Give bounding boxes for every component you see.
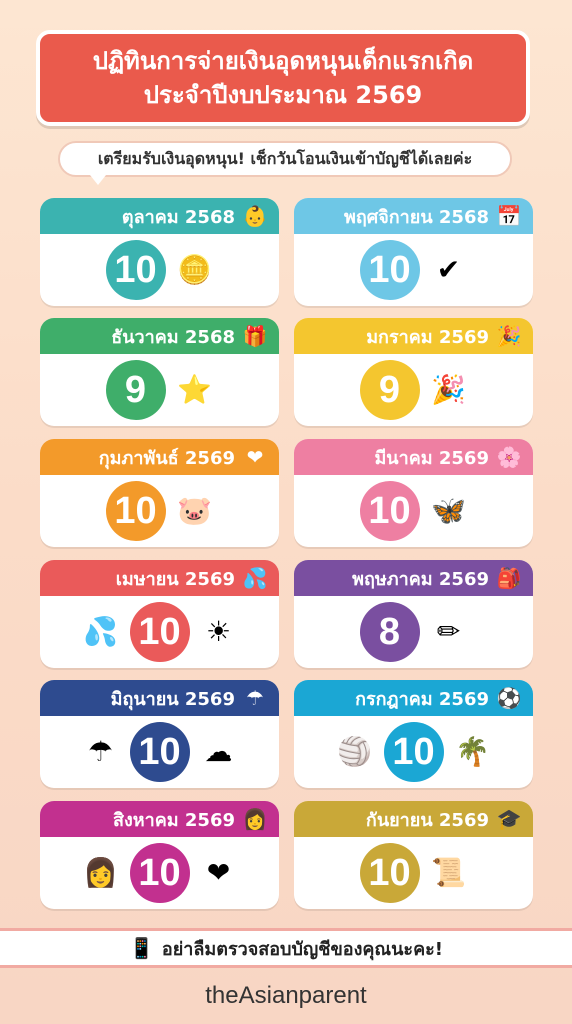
heart-icon: ❤: [246, 445, 264, 469]
beach-ball-icon: ⚽: [496, 686, 522, 710]
diploma-icon: 📜: [431, 856, 466, 889]
month-label: มิถุนายน 2569: [110, 688, 235, 710]
month-label: มีนาคม 2569: [374, 447, 489, 469]
month-card-body: 🏐 10 🌴: [294, 716, 533, 788]
month-card-header: มิถุนายน 2569 ☂: [40, 680, 279, 716]
month-card: ธันวาคม 2568 🎁 9 ⭐: [40, 318, 279, 426]
month-card-body: ☂ 10 ☁: [40, 716, 279, 788]
reminder-text: อย่าลืมตรวจสอบบัญชีของคุณนะคะ!: [161, 938, 443, 960]
page-title-banner: ปฏิทินการจ่ายเงินอุดหนุนเด็กแรกเกิด ประจ…: [36, 30, 530, 126]
month-label: เมษายน 2569: [115, 568, 235, 590]
month-card-body: 10 🦋: [294, 475, 533, 547]
subtitle-bubble: เตรียมรับเงินอุดหนุน! เช็กวันโอนเงินเข้า…: [58, 141, 512, 185]
reminder-banner: 📱 อย่าลืมตรวจสอบบัญชีของคุณนะคะ!: [0, 928, 572, 968]
party-popper-icon: 🎉: [431, 373, 466, 406]
payment-day: 9: [359, 360, 420, 420]
mother-child-icon: 👩: [242, 807, 268, 831]
payment-day: 10: [383, 722, 444, 782]
month-card-body: 👩 10 ❤: [40, 837, 279, 909]
month-label: กรกฎาคม 2569: [355, 688, 489, 710]
month-label: มกราคม 2569: [366, 326, 489, 348]
mother-child-icon: 👩: [83, 856, 118, 889]
month-card-body: 10 🪙: [40, 234, 279, 306]
month-label: กันยายน 2569: [365, 809, 489, 831]
month-label: ตุลาคม 2568: [121, 206, 235, 228]
water-splash-icon: 💦: [83, 615, 118, 648]
baby-face-icon: 👶: [242, 204, 268, 228]
month-label: กุมภาพันธ์ 2569: [98, 447, 235, 469]
butterfly-icon: 🦋: [431, 494, 466, 527]
payment-day: 9: [105, 360, 166, 420]
month-card: มิถุนายน 2569 ☂ ☂ 10 ☁: [40, 680, 279, 788]
month-card-body: 10 ✔: [294, 234, 533, 306]
payment-day: 10: [105, 240, 166, 300]
star-icon: ⭐: [177, 373, 212, 406]
payment-day: 10: [359, 481, 420, 541]
month-card-header: มีนาคม 2569 🌸: [294, 439, 533, 475]
month-card-header: มกราคม 2569 🎉: [294, 318, 533, 354]
payment-day: 10: [105, 481, 166, 541]
month-card: กันยายน 2569 🎓 10 📜: [294, 801, 533, 909]
month-card-header: สิงหาคม 2569 👩: [40, 801, 279, 837]
month-card-body: 9 🎉: [294, 354, 533, 426]
month-card-body: 10 🐷: [40, 475, 279, 547]
backpack-icon: 🎒: [496, 566, 522, 590]
pencil-icon: ✏: [436, 615, 461, 648]
coins-icon: 🪙: [177, 253, 212, 286]
palm-tree-icon: 🌴: [455, 735, 490, 768]
heart-icon: ❤: [206, 856, 231, 889]
month-card: มกราคม 2569 🎉 9 🎉: [294, 318, 533, 426]
page-title-line2: ประจำปีงบประมาณ 2569: [143, 81, 423, 109]
month-card: เมษายน 2569 💦 💦 10 ☀: [40, 560, 279, 668]
calendar-icon: 📅: [496, 204, 522, 228]
month-card-body: 8 ✏: [294, 596, 533, 668]
payment-day: 10: [359, 240, 420, 300]
gift-icon: 🎁: [242, 324, 268, 348]
phone-icon: 📱: [128, 936, 154, 960]
month-card: สิงหาคม 2569 👩 👩 10 ❤: [40, 801, 279, 909]
month-card-header: เมษายน 2569 💦: [40, 560, 279, 596]
month-card-body: 10 📜: [294, 837, 533, 909]
month-card-header: กุมภาพันธ์ 2569 ❤: [40, 439, 279, 475]
beach-ball-icon: 🏐: [337, 735, 372, 768]
month-label: ธันวาคม 2568: [111, 326, 235, 348]
month-label: พฤศจิกายน 2568: [344, 206, 489, 228]
payment-day: 10: [129, 843, 190, 903]
payment-day: 8: [359, 602, 420, 662]
graduation-cap-icon: 🎓: [496, 807, 522, 831]
month-card-header: กรกฎาคม 2569 ⚽: [294, 680, 533, 716]
month-card: พฤศจิกายน 2568 📅 10 ✔: [294, 198, 533, 306]
flower-icon: 🌸: [496, 445, 522, 469]
sun-icon: ☀: [205, 615, 232, 648]
month-card: พฤษภาคม 2569 🎒 8 ✏: [294, 560, 533, 668]
piggy-bank-icon: 🐷: [177, 494, 212, 527]
subtitle-text: เตรียมรับเงินอุดหนุน! เช็กวันโอนเงินเข้า…: [97, 148, 473, 168]
umbrella-icon: ☂: [246, 686, 264, 710]
month-card-header: ตุลาคม 2568 👶: [40, 198, 279, 234]
month-card: กรกฎาคม 2569 ⚽ 🏐 10 🌴: [294, 680, 533, 788]
month-label: พฤษภาคม 2569: [352, 568, 489, 590]
month-card: กุมภาพันธ์ 2569 ❤ 10 🐷: [40, 439, 279, 547]
page-title-line1: ปฏิทินการจ่ายเงินอุดหนุนเด็กแรกเกิด: [92, 47, 474, 75]
water-splash-icon: 💦: [242, 566, 268, 590]
party-popper-icon: 🎉: [496, 324, 522, 348]
check-icon: ✔: [436, 253, 461, 286]
brand-logo: theAsianparent: [205, 982, 367, 1009]
month-card-body: 9 ⭐: [40, 354, 279, 426]
month-card: มีนาคม 2569 🌸 10 🦋: [294, 439, 533, 547]
month-card: ตุลาคม 2568 👶 10 🪙: [40, 198, 279, 306]
month-label: สิงหาคม 2569: [112, 809, 235, 831]
cloud-icon: ☁: [204, 735, 233, 768]
payment-day: 10: [129, 722, 190, 782]
umbrella-icon: ☂: [87, 735, 114, 768]
payment-day: 10: [129, 602, 190, 662]
month-card-header: ธันวาคม 2568 🎁: [40, 318, 279, 354]
month-card-body: 💦 10 ☀: [40, 596, 279, 668]
payment-day: 10: [359, 843, 420, 903]
month-card-header: กันยายน 2569 🎓: [294, 801, 533, 837]
month-card-header: พฤศจิกายน 2568 📅: [294, 198, 533, 234]
month-card-header: พฤษภาคม 2569 🎒: [294, 560, 533, 596]
